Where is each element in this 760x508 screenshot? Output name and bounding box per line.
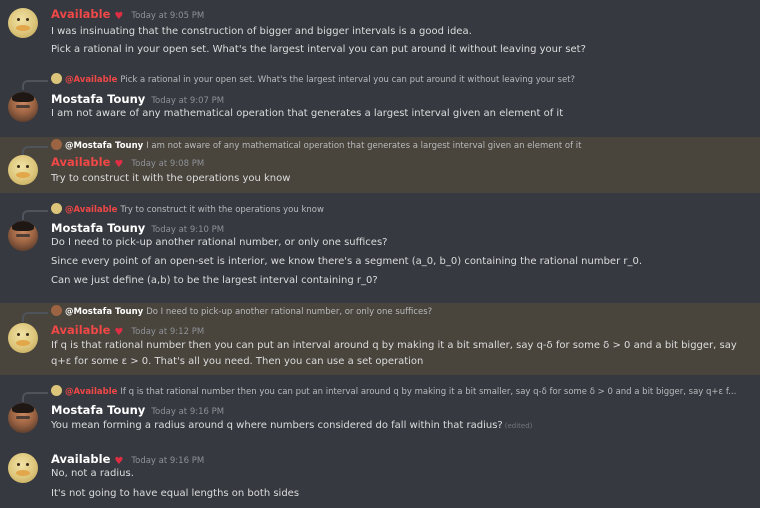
message-text: I am not aware of any mathematical opera… (51, 108, 564, 119)
message-text: If q is that rational number then you ca… (51, 340, 737, 351)
message-text: I was insinuating that the construction … (51, 26, 472, 37)
message-text: Can we just define (a,b) to be the large… (51, 275, 378, 286)
reply-text: I am not aware of any mathematical opera… (146, 141, 582, 151)
message-text: No, not a radius. (51, 468, 134, 479)
message-text: Since every point of an open-set is inte… (51, 256, 643, 267)
reply-reference[interactable]: @Available Pick a rational in your open s… (22, 73, 576, 90)
author-name[interactable]: Available (51, 155, 110, 169)
message-group: @Available Try to construct it with the o… (0, 201, 760, 297)
reply-author: @Available (65, 205, 118, 215)
message-text: It's not going to have equal lengths on … (51, 488, 300, 499)
timestamp: Today at 9:16 PM (131, 456, 205, 466)
reply-avatar (51, 203, 62, 214)
reply-avatar (51, 305, 62, 316)
message-header: Available ♥ Today at 9:16 PM (51, 451, 204, 467)
reply-reference[interactable]: @Mostafa Touny Do I need to pick-up anoth… (22, 305, 433, 322)
timestamp: Today at 9:08 PM (131, 159, 205, 169)
message-text-body: You mean forming a radius around q where… (51, 420, 503, 431)
message-text: Do I need to pick-up another rational nu… (51, 237, 388, 248)
reply-author: @Available (65, 75, 118, 85)
author-name[interactable]: Available (51, 323, 110, 337)
reply-text: If q is that rational number then you ca… (120, 387, 737, 397)
message-group: @Available Pick a rational in your open s… (0, 70, 760, 132)
reply-spine (22, 80, 48, 90)
message-text: q+ε for some ε > 0. That's all you need.… (51, 356, 424, 367)
message-group: Available ♥ Today at 9:05 PM I was insinua… (0, 0, 760, 66)
reply-avatar (51, 139, 62, 150)
reply-spine (22, 312, 48, 322)
avatar[interactable] (8, 323, 38, 353)
message-header: Available ♥ Today at 9:05 PM (51, 6, 204, 22)
reply-avatar (51, 73, 62, 84)
reply-reference[interactable]: @Mostafa Touny I am not aware of any math… (22, 139, 582, 156)
message-text: You mean forming a radius around q where… (51, 418, 532, 434)
author-name[interactable]: Mostafa Touny (51, 92, 145, 106)
message-text: Try to construct it with the operations … (51, 173, 291, 184)
message-group: Available ♥ Today at 9:16 PM No, not a rad… (0, 447, 760, 508)
avatar[interactable] (8, 403, 38, 433)
author-name[interactable]: Mostafa Touny (51, 403, 145, 417)
message-header: Mostafa Touny Today at 9:10 PM (51, 220, 224, 236)
avatar[interactable] (8, 155, 38, 185)
message-header: Mostafa Touny Today at 9:16 PM (51, 402, 224, 418)
author-name[interactable]: Available (51, 7, 110, 21)
timestamp: Today at 9:10 PM (151, 225, 225, 235)
strawberry-icon: ♥ (114, 159, 124, 170)
reply-spine (22, 392, 48, 402)
message-header: Mostafa Touny Today at 9:07 PM (51, 91, 224, 107)
avatar[interactable] (8, 8, 38, 38)
reply-avatar (51, 385, 62, 396)
reply-spine (22, 210, 48, 220)
timestamp: Today at 9:05 PM (131, 11, 205, 21)
reply-author: @Mostafa Touny (65, 307, 144, 317)
reply-text: Pick a rational in your open set. What's… (120, 75, 576, 85)
author-name[interactable]: Available (51, 452, 110, 466)
timestamp: Today at 9:16 PM (151, 407, 225, 417)
reply-author: @Available (65, 387, 118, 397)
timestamp: Today at 9:12 PM (131, 327, 205, 337)
strawberry-icon: ♥ (114, 11, 124, 22)
message-text: Pick a rational in your open set. What's… (51, 44, 586, 55)
message-group: @Available If q is that rational number t… (0, 383, 760, 441)
reply-text: Try to construct it with the operations … (120, 205, 324, 215)
timestamp: Today at 9:07 PM (151, 96, 225, 106)
message-group: @Mostafa Touny I am not aware of any math… (0, 137, 760, 193)
reply-author: @Mostafa Touny (65, 141, 144, 151)
strawberry-icon: ♥ (114, 327, 124, 338)
message-header: Available ♥ Today at 9:12 PM (51, 322, 204, 338)
avatar[interactable] (8, 92, 38, 122)
avatar[interactable] (8, 221, 38, 251)
avatar[interactable] (8, 453, 38, 483)
author-name[interactable]: Mostafa Touny (51, 221, 145, 235)
reply-reference[interactable]: @Available If q is that rational number t… (22, 385, 737, 402)
message-group: @Mostafa Touny Do I need to pick-up anoth… (0, 303, 760, 375)
reply-text: Do I need to pick-up another rational nu… (146, 307, 433, 317)
message-header: Available ♥ Today at 9:08 PM (51, 154, 204, 170)
edited-label: (edited) (504, 422, 533, 430)
reply-reference[interactable]: @Available Try to construct it with the o… (22, 203, 324, 220)
